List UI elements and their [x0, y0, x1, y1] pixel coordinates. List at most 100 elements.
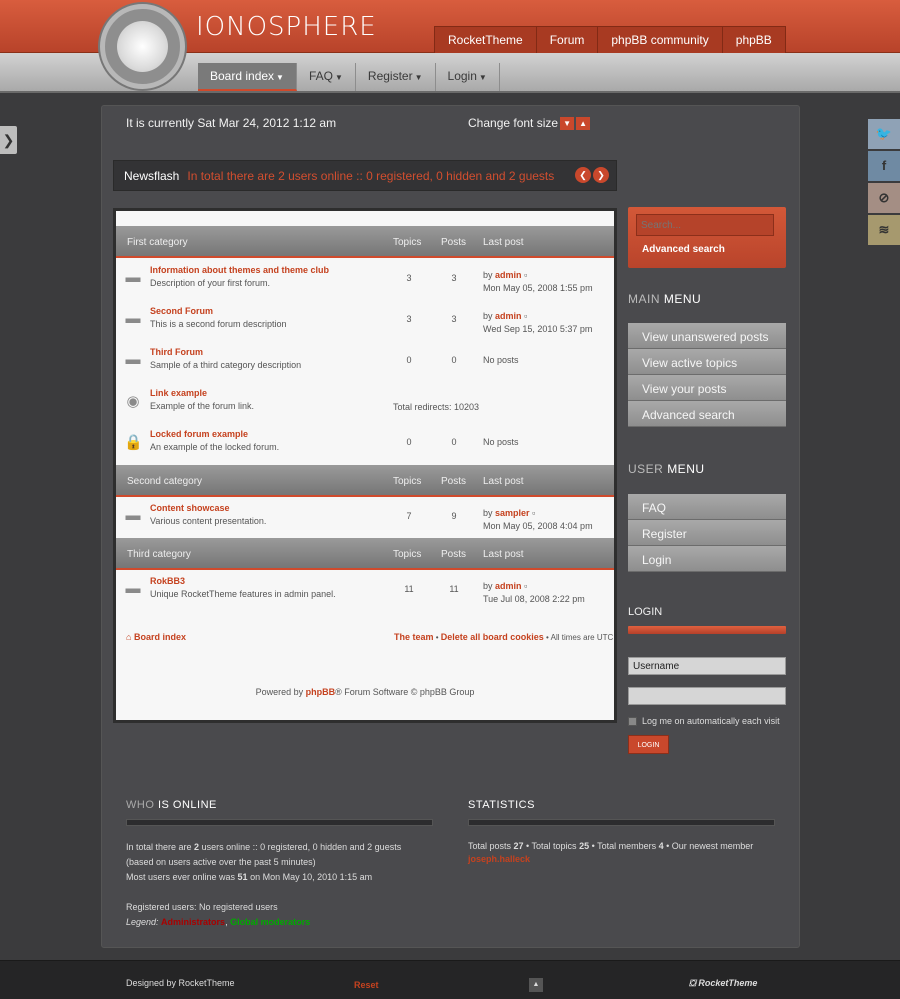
login-divider: [628, 626, 786, 634]
advanced-search-link[interactable]: Advanced search: [642, 244, 725, 255]
search-input[interactable]: [636, 214, 774, 236]
forum-desc: Unique RocketTheme features in admin pan…: [150, 589, 336, 599]
view-post-icon[interactable]: ▫: [532, 508, 535, 518]
caret-down-icon: ▼: [276, 73, 284, 82]
menu-item-unanswered[interactable]: View unanswered posts: [628, 323, 786, 349]
caret-down-icon: ▼: [334, 73, 343, 82]
last-by: by: [483, 581, 493, 591]
rockettheme-logo[interactable]: ⛋ RocketTheme: [689, 978, 757, 989]
text-part: users online :: 0 registered, 0 hidden a…: [199, 842, 402, 852]
forum-title[interactable]: Locked forum example: [150, 429, 248, 439]
view-post-icon[interactable]: ▫: [524, 311, 527, 321]
forum-title[interactable]: Second Forum: [150, 306, 213, 316]
last-user[interactable]: admin: [495, 581, 522, 591]
font-increase-icon[interactable]: ▲: [576, 116, 591, 130]
legend-label: Legend:: [126, 917, 162, 927]
login-button[interactable]: LOGIN: [628, 735, 669, 754]
caret-down-icon: ▼: [414, 73, 423, 82]
reset-link[interactable]: Reset: [354, 980, 379, 990]
delete-cookies-link[interactable]: Delete all board cookies: [441, 632, 544, 642]
nav-label: Login: [447, 69, 477, 83]
twitter-icon[interactable]: 🐦: [868, 119, 900, 149]
forum-desc: An example of the locked forum.: [150, 442, 280, 452]
category-header: Third category Topics Posts Last post: [116, 538, 614, 570]
nav-register[interactable]: Register ▼: [356, 63, 436, 91]
forum-icon: ▬: [125, 269, 141, 286]
sun-icon: [117, 21, 168, 72]
legend-moderators[interactable]: Global moderators: [230, 917, 310, 927]
site-logo[interactable]: [100, 4, 185, 89]
forum-title[interactable]: Information about themes and theme club: [150, 265, 329, 275]
username-field[interactable]: [628, 657, 786, 675]
nav-label: Register: [367, 69, 413, 83]
font-size-label: Change font size: [468, 116, 559, 130]
nav-board-index[interactable]: Board index ▼: [198, 63, 297, 91]
col-last-post: Last post: [483, 476, 524, 487]
rss-icon[interactable]: ≋: [868, 215, 900, 245]
category-name[interactable]: Third category: [127, 549, 191, 560]
menu-item-login[interactable]: Login: [628, 546, 786, 572]
team-link[interactable]: The team: [394, 632, 434, 642]
toplink-phpbb[interactable]: phpBB: [723, 27, 785, 53]
remember-label: Log me on automatically each visit: [642, 716, 780, 726]
last-user[interactable]: sampler: [495, 508, 530, 518]
toplink-rockettheme[interactable]: RocketTheme: [435, 27, 537, 53]
col-posts: Posts: [441, 476, 467, 487]
nav-faq[interactable]: FAQ ▼: [297, 63, 356, 91]
last-by: by: [483, 311, 493, 321]
powered-suffix: ® Forum Software © phpBB Group: [335, 687, 475, 697]
view-post-icon[interactable]: ▫: [524, 581, 527, 591]
logo-text: RocketTheme: [698, 978, 758, 988]
board-index-link[interactable]: ⌂ Board index: [126, 632, 186, 642]
scroll-top-icon[interactable]: ▲: [529, 978, 543, 992]
menu-item-register[interactable]: Register: [628, 520, 786, 546]
posts-count: 11: [449, 584, 459, 594]
posts-count: 3: [451, 314, 457, 324]
newsflash-text: In total there are 2 users online :: 0 r…: [187, 168, 555, 183]
forum-row: ◉ Link example Example of the forum link…: [116, 383, 614, 424]
col-topics: Topics: [393, 476, 422, 487]
forum-title[interactable]: Content showcase: [150, 503, 230, 513]
next-arrow-icon[interactable]: ❯: [593, 167, 609, 183]
forum-title[interactable]: RokBB3: [150, 576, 185, 586]
newest-member-link[interactable]: joseph.halleck: [468, 854, 530, 864]
forum-row: ▬ Third Forum Sample of a third category…: [116, 342, 614, 383]
online-basis: (based on users active over the past 5 m…: [126, 857, 316, 867]
menu-item-advanced-search[interactable]: Advanced search: [628, 401, 786, 427]
who-online-divider: [126, 819, 433, 826]
text-part: In total there are: [126, 842, 195, 852]
view-post-icon[interactable]: ▫: [524, 270, 527, 280]
forum-desc: This is a second forum description: [150, 319, 287, 329]
category-name[interactable]: Second category: [127, 476, 202, 487]
site-title[interactable]: IONOSPHERE: [196, 12, 377, 42]
home-icon: ⌂: [126, 632, 132, 642]
menu-item-active-topics[interactable]: View active topics: [628, 349, 786, 375]
toplink-forum[interactable]: Forum: [537, 27, 599, 53]
forum-title[interactable]: Third Forum: [150, 347, 203, 357]
menu-item-faq[interactable]: FAQ: [628, 494, 786, 520]
side-panel-toggle[interactable]: ❯: [0, 126, 17, 154]
phpbb-link[interactable]: phpBB: [306, 687, 336, 697]
font-decrease-icon[interactable]: ▼: [560, 116, 575, 130]
category-name[interactable]: First category: [127, 237, 188, 248]
topics-count: 11: [404, 584, 414, 594]
text-part: on Mon May 10, 2010 1:15 am: [247, 872, 373, 882]
last-date: Mon May 05, 2008 4:04 pm: [483, 521, 593, 531]
newsflash-label: Newsflash: [124, 168, 180, 183]
last-user[interactable]: admin: [495, 270, 522, 280]
facebook-icon[interactable]: f: [868, 151, 900, 181]
menu-item-your-posts[interactable]: View your posts: [628, 375, 786, 401]
legend-administrators[interactable]: Administrators: [161, 917, 225, 927]
separator: •: [433, 633, 441, 642]
forum-title[interactable]: Link example: [150, 388, 207, 398]
forum-icon: ▬: [125, 580, 141, 597]
nav-login[interactable]: Login ▼: [436, 63, 500, 91]
remember-checkbox[interactable]: [628, 716, 637, 726]
powered-by: Powered by phpBB® Forum Software © phpBB…: [116, 687, 614, 697]
password-field[interactable]: [628, 687, 786, 705]
prev-arrow-icon[interactable]: ❮: [575, 167, 591, 183]
delicious-icon[interactable]: ⊘: [868, 183, 900, 213]
toplink-phpbb-community[interactable]: phpBB community: [598, 27, 723, 53]
top-links: RocketTheme Forum phpBB community phpBB: [434, 26, 786, 53]
last-user[interactable]: admin: [495, 311, 522, 321]
